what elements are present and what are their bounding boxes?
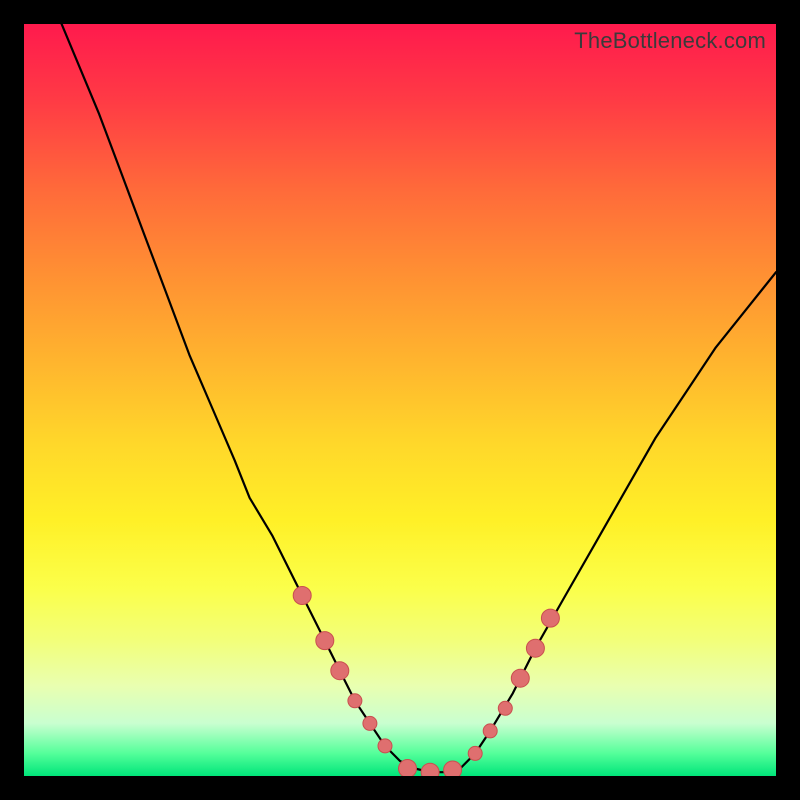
chart-plot-area: TheBottleneck.com [24,24,776,776]
marker-group [293,587,559,777]
marker-left-band-1 [293,587,311,605]
marker-right-band-1 [511,669,529,687]
marker-left-dot-3 [378,739,392,753]
marker-bottom-band-1 [399,760,417,777]
bottleneck-curve [24,24,776,772]
marker-left-band-3 [331,662,349,680]
marker-left-band-2 [316,632,334,650]
marker-left-dot-1 [348,694,362,708]
marker-right-band-3 [541,609,559,627]
marker-right-band-2 [526,639,544,657]
marker-right-dot-1 [468,746,482,760]
chart-frame: TheBottleneck.com [0,0,800,800]
marker-left-dot-2 [363,716,377,730]
chart-overlay [24,24,776,776]
marker-bottom-band-3 [444,761,462,776]
marker-right-dot-3 [498,701,512,715]
marker-right-dot-2 [483,724,497,738]
marker-bottom-band-2 [421,763,439,776]
